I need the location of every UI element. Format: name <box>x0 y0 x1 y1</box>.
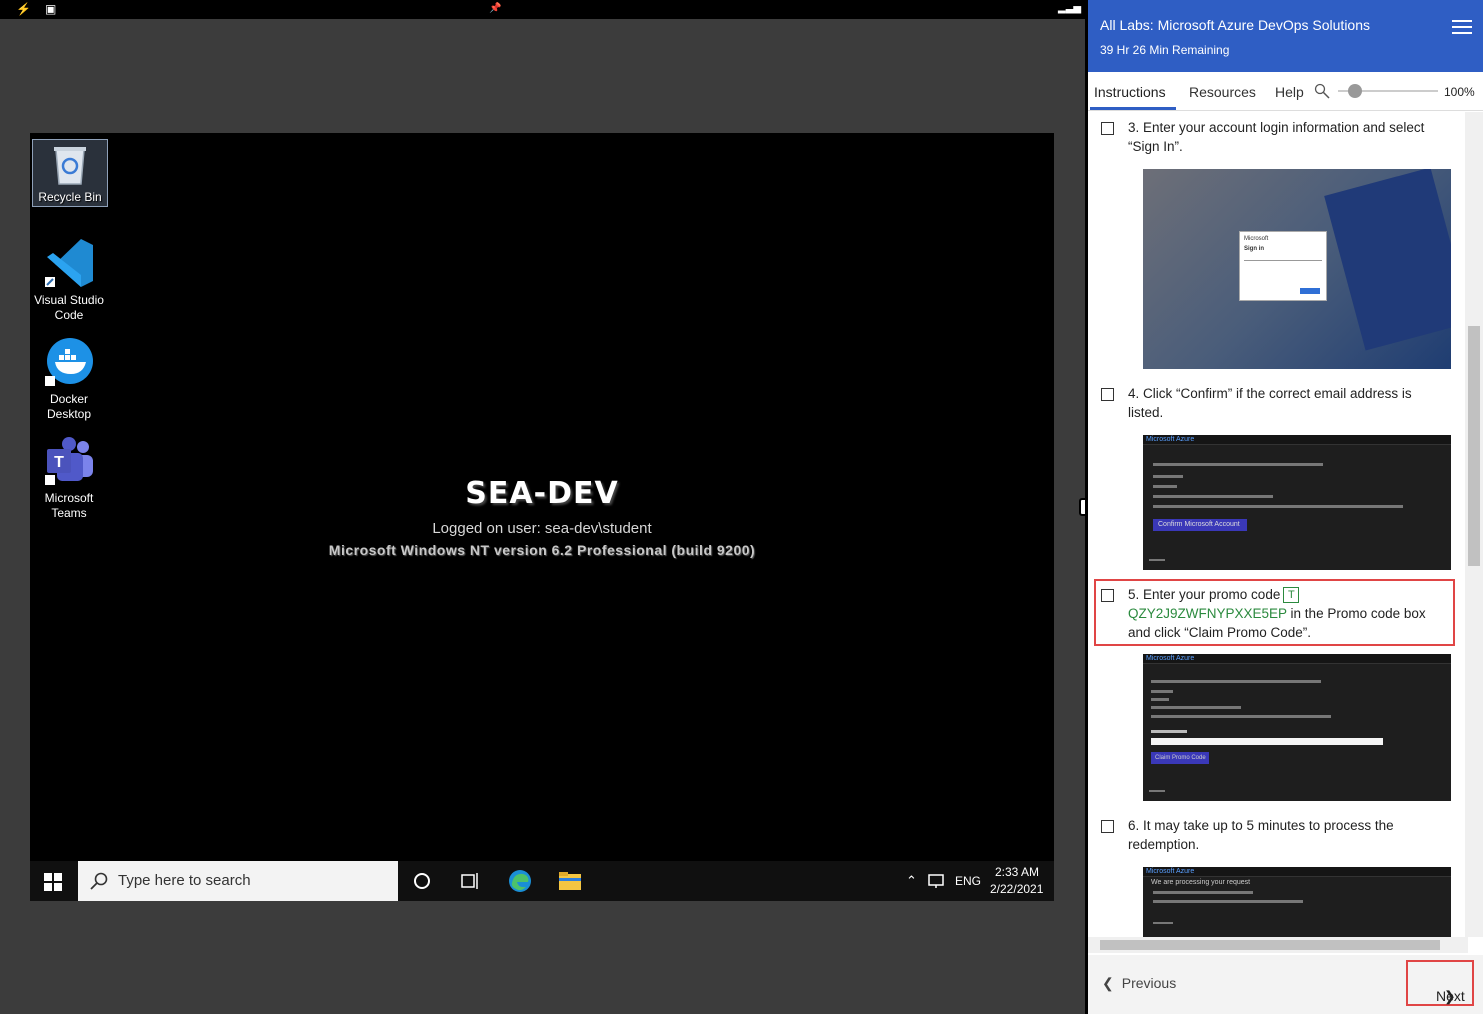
text-line <box>1153 485 1177 488</box>
text-line <box>1153 891 1253 894</box>
previous-label: Previous <box>1121 975 1177 991</box>
chevron-right-icon: ❯ <box>1444 988 1456 1004</box>
text-line <box>1151 730 1187 733</box>
text-line <box>1151 715 1331 718</box>
instructions-content: 3. Enter your account login information … <box>1088 112 1468 940</box>
tab-instructions[interactable]: Instructions <box>1094 84 1166 100</box>
step-text: 3. Enter your account login information … <box>1128 120 1425 154</box>
step-checkbox[interactable] <box>1101 388 1114 401</box>
docker-shortcut[interactable]: Docker Desktop <box>31 336 107 422</box>
zoom-icon <box>1314 83 1330 99</box>
step-checkbox[interactable] <box>1101 589 1114 602</box>
text-line <box>1153 922 1173 924</box>
edge-icon[interactable] <box>508 869 532 893</box>
text-line <box>1153 505 1403 508</box>
text-line <box>1149 790 1165 792</box>
step-text: 4. Click “Confirm” if the correct email … <box>1128 386 1412 420</box>
icon-label: Visual Studio Code <box>34 293 104 322</box>
promo-input-image <box>1151 738 1383 745</box>
screen: ⚡ ▣ 📌 ▂▃▅ Recycle Bin Visual Studio Code <box>0 0 1483 1014</box>
icon-label: Recycle Bin <box>38 190 102 204</box>
screenshot-header: Microsoft Azure <box>1143 435 1451 445</box>
docker-icon <box>45 338 93 386</box>
vm-screen[interactable]: Recycle Bin Visual Studio Code Docker De… <box>30 133 1054 901</box>
hamburger-menu-icon[interactable] <box>1452 20 1472 34</box>
taskbar-search-box[interactable]: Type here to search <box>78 861 398 901</box>
logged-on-user: Logged on user: sea-dev\student <box>432 520 652 537</box>
taskbar: Type here to search ⌃ ENG 2:33 AM 2/22/2… <box>30 861 1054 901</box>
zoom-slider-handle[interactable] <box>1348 84 1362 98</box>
confirm-screenshot: Microsoft Azure Confirm Microsoft Accoun… <box>1143 435 1451 570</box>
panel-header: All Labs: Microsoft Azure DevOps Solutio… <box>1088 0 1483 72</box>
lightning-icon[interactable]: ⚡ <box>16 2 31 16</box>
text-line <box>1153 463 1323 466</box>
language-indicator[interactable]: ENG <box>955 874 981 888</box>
panel-tabs: Instructions Resources Help 100% <box>1088 72 1483 111</box>
processing-label: We are processing your request <box>1151 879 1251 886</box>
signal-icon: ▂▃▅ <box>1058 3 1082 14</box>
previous-button[interactable]: ❮ Previous <box>1102 975 1176 992</box>
svg-text:T: T <box>54 454 64 471</box>
zoom-value: 100% <box>1444 85 1475 99</box>
hostname: SEA-DEV <box>465 476 619 511</box>
promo-code[interactable]: QZY2J9ZWFNYPXXE5EP <box>1128 606 1287 621</box>
screenshot-header: Microsoft Azure <box>1143 654 1451 664</box>
next-button[interactable]: Next ❯ <box>1406 960 1474 1006</box>
step-text: 6. It may take up to 5 minutes to proces… <box>1128 818 1394 852</box>
task-view-icon[interactable] <box>458 869 482 893</box>
text-line <box>1153 495 1273 498</box>
pin-icon[interactable]: 📌 <box>489 2 501 16</box>
signin-ms-label: Microsoft <box>1244 236 1269 242</box>
vertical-scrollbar-thumb[interactable] <box>1468 326 1480 566</box>
text-line <box>1151 698 1169 701</box>
time-remaining: 39 Hr 26 Min Remaining <box>1100 43 1230 57</box>
show-hidden-icons-chevron-icon[interactable]: ⌃ <box>906 873 917 889</box>
os-version: Microsoft Windows NT version 6.2 Profess… <box>328 542 756 558</box>
remote-toolbar: ⚡ ▣ 📌 ▂▃▅ <box>0 0 1085 19</box>
horizontal-scrollbar-thumb[interactable] <box>1100 940 1440 950</box>
monitor-icon[interactable]: ▣ <box>45 2 56 16</box>
lab-title: All Labs: Microsoft Azure DevOps Solutio… <box>1100 17 1371 33</box>
recycle-bin-icon <box>54 147 86 185</box>
signin-screenshot: Microsoft Sign in <box>1143 169 1451 369</box>
chevron-left-icon: ❮ <box>1102 975 1114 991</box>
step-checkbox[interactable] <box>1101 122 1114 135</box>
step-text: 5. Enter your promo code T QZY2J9ZWFNYPXX… <box>1128 585 1448 642</box>
text-line <box>1151 690 1173 693</box>
processing-screenshot: Microsoft Azure We are processing your r… <box>1143 867 1451 937</box>
file-explorer-icon[interactable] <box>558 869 582 893</box>
panel-footer: ❮ Previous Next ❯ <box>1088 955 1483 1014</box>
search-icon <box>90 872 108 890</box>
text-line <box>1153 900 1303 903</box>
icon-label: Docker Desktop <box>46 392 92 421</box>
active-tab-indicator <box>1090 107 1176 110</box>
copy-to-vm-icon[interactable]: T <box>1283 587 1300 604</box>
vertical-scrollbar[interactable] <box>1465 112 1483 937</box>
cortana-icon[interactable] <box>410 869 434 893</box>
clock-time[interactable]: 2:33 AM <box>995 865 1039 879</box>
horizontal-scrollbar[interactable] <box>1088 937 1468 953</box>
confirm-button-image: Confirm Microsoft Account <box>1153 519 1247 531</box>
windows-start-icon[interactable] <box>44 873 62 891</box>
network-icon[interactable] <box>928 873 946 889</box>
tab-help[interactable]: Help <box>1275 84 1304 100</box>
promo-screenshot: Microsoft Azure Claim Promo Code <box>1143 654 1451 801</box>
text-line <box>1153 475 1183 478</box>
vscode-icon <box>45 239 93 287</box>
screenshot-header: Microsoft Azure <box>1143 867 1451 877</box>
text-line <box>1151 706 1241 709</box>
recycle-bin-shortcut[interactable]: Recycle Bin <box>32 139 108 207</box>
tab-resources[interactable]: Resources <box>1189 84 1256 100</box>
text-line <box>1149 559 1165 561</box>
vscode-shortcut[interactable]: Visual Studio Code <box>31 237 107 323</box>
text-line <box>1151 680 1321 683</box>
search-placeholder: Type here to search <box>118 872 251 889</box>
signin-label: Sign in <box>1244 246 1264 252</box>
clock-date[interactable]: 2/22/2021 <box>990 882 1043 896</box>
claim-button-image: Claim Promo Code <box>1151 752 1209 764</box>
step-checkbox[interactable] <box>1101 820 1114 833</box>
step-5-prefix: 5. Enter your promo code <box>1128 587 1281 602</box>
lab-panel: All Labs: Microsoft Azure DevOps Solutio… <box>1085 0 1483 1014</box>
